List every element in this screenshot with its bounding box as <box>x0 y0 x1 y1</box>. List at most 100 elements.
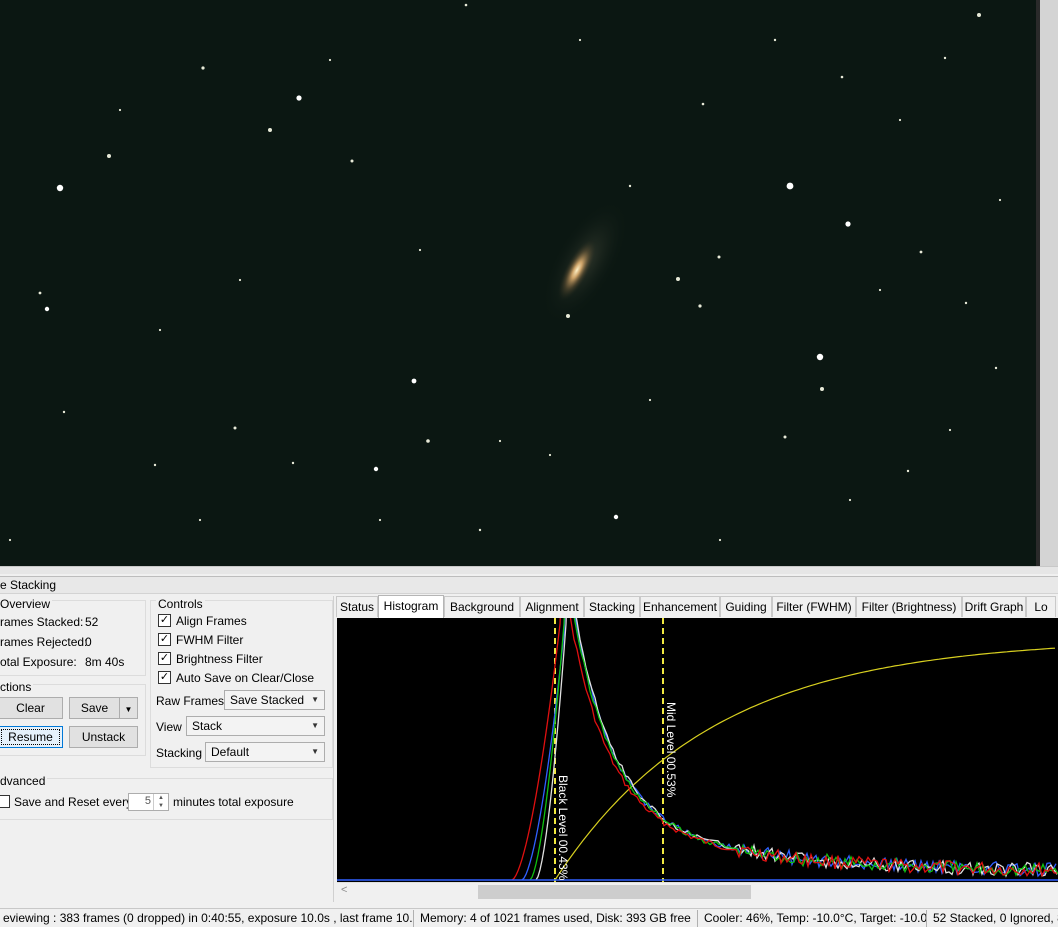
star <box>676 277 680 281</box>
status-memory: Memory: 4 of 1021 frames used, Disk: 393… <box>417 910 698 927</box>
star <box>411 378 417 384</box>
star <box>201 66 205 70</box>
tab-background[interactable]: Background <box>444 596 520 617</box>
tab-stacking[interactable]: Stacking <box>584 596 640 617</box>
tab-lo[interactable]: Lo <box>1026 596 1056 617</box>
panel-divider <box>333 596 334 902</box>
star <box>701 102 705 106</box>
tab-filter-brightness[interactable]: Filter (Brightness) <box>856 596 962 617</box>
star <box>578 38 582 42</box>
status-cooler: Cooler: 46%, Temp: -10.0°C, Target: -10.… <box>701 910 927 927</box>
tab-filter-fwhm[interactable]: Filter (FWHM) <box>772 596 856 617</box>
star <box>566 314 570 318</box>
minutes-stepper[interactable]: 5 ▲ ▼ <box>128 793 169 811</box>
panel-title: e Stacking <box>0 576 1058 594</box>
tab-guiding[interactable]: Guiding <box>720 596 772 617</box>
unstack-button[interactable]: Unstack <box>69 726 138 748</box>
star <box>648 398 652 402</box>
fwhm-filter-label: FWHM Filter <box>176 633 244 647</box>
star <box>478 528 482 532</box>
tab-drift-graph[interactable]: Drift Graph <box>962 596 1026 617</box>
star <box>62 410 66 414</box>
star <box>378 518 382 522</box>
star <box>158 328 162 332</box>
star <box>153 463 157 467</box>
star <box>906 469 910 473</box>
histogram-horizontal-scrollbar[interactable]: < <box>337 882 1058 900</box>
view-label: View <box>156 720 182 734</box>
star <box>38 291 42 295</box>
star <box>977 13 981 17</box>
raw-frames-label: Raw Frames <box>156 694 225 708</box>
resume-button[interactable]: Resume <box>0 726 63 748</box>
star <box>426 439 430 443</box>
save-dropdown-button[interactable]: ▼ <box>119 697 138 719</box>
star <box>350 159 354 163</box>
auto-save-label: Auto Save on Clear/Close <box>176 671 315 685</box>
stacked-image-view[interactable] <box>0 0 1036 566</box>
star <box>845 221 851 227</box>
image-splitter[interactable] <box>0 566 1058 574</box>
tab-enhancement[interactable]: Enhancement <box>640 596 720 617</box>
total-exposure-label: otal Exposure: <box>0 655 77 669</box>
star <box>943 56 947 60</box>
save-button[interactable]: Save <box>69 697 119 719</box>
frames-stacked-value: 52 <box>85 615 99 629</box>
clear-button[interactable]: Clear <box>0 697 63 719</box>
view-select[interactable]: Stack ▼ <box>186 716 325 736</box>
star <box>418 248 422 252</box>
star <box>613 514 619 520</box>
star <box>548 453 552 457</box>
brightness-filter-checkbox[interactable]: ✓ <box>158 652 171 665</box>
histogram-blue-series <box>521 618 1057 881</box>
chevron-down-icon: ▼ <box>311 747 319 756</box>
frames-rejected-label: rames Rejected: <box>0 635 88 649</box>
advanced-label: dvanced <box>0 774 48 788</box>
align-frames-checkbox[interactable]: ✓ <box>158 614 171 627</box>
tab-status[interactable]: Status <box>336 596 378 617</box>
histogram-red-series <box>511 618 1058 881</box>
histogram-luminance-series <box>535 618 1058 881</box>
chevron-down-icon: ▼ <box>311 695 319 704</box>
status-bar: eviewing : 383 frames (0 dropped) in 0:4… <box>0 908 1058 927</box>
tab-histogram[interactable]: Histogram <box>378 595 444 618</box>
stepper-down-icon[interactable]: ▼ <box>153 802 168 810</box>
star <box>198 518 202 522</box>
raw-frames-select[interactable]: Save Stacked ▼ <box>224 690 325 710</box>
auto-save-checkbox[interactable]: ✓ <box>158 671 171 684</box>
total-exposure-value: 8m 40s <box>85 655 125 669</box>
star <box>783 435 787 439</box>
histogram-chart[interactable]: Black Level 00.43% Mid Level 00.53% <box>337 618 1058 882</box>
star <box>238 278 242 282</box>
tab-alignment[interactable]: Alignment <box>520 596 584 617</box>
minutes-value: 5 <box>144 795 151 807</box>
align-frames-label: Align Frames <box>176 614 247 628</box>
save-reset-checkbox[interactable] <box>0 795 10 808</box>
star <box>816 353 824 361</box>
star <box>786 182 794 190</box>
overview-label: Overview <box>0 597 53 611</box>
stepper-up-icon[interactable]: ▲ <box>153 794 168 802</box>
star <box>498 439 502 443</box>
star <box>848 498 852 502</box>
stacking-select[interactable]: Default ▼ <box>205 742 325 762</box>
star <box>268 128 272 132</box>
star <box>328 58 332 62</box>
scroll-left-icon[interactable]: < <box>341 884 347 896</box>
star <box>919 250 923 254</box>
stretch-curve <box>554 647 1056 881</box>
star <box>948 428 952 432</box>
stacking-label: Stacking <box>156 746 203 760</box>
star <box>717 255 721 259</box>
tab-strip: Status Histogram Background Alignment Stacki… <box>336 595 1058 618</box>
scroll-thumb[interactable] <box>478 885 751 899</box>
black-level-label: Black Level 00.43% <box>556 775 570 881</box>
star <box>820 387 824 391</box>
star <box>233 426 237 430</box>
chevron-down-icon: ▼ <box>311 721 319 730</box>
fwhm-filter-checkbox[interactable]: ✓ <box>158 633 171 646</box>
actions-label: ctions <box>0 680 34 694</box>
image-vertical-scrollbar[interactable] <box>1036 0 1058 566</box>
histogram-green-series <box>529 618 1058 881</box>
star <box>8 538 12 542</box>
